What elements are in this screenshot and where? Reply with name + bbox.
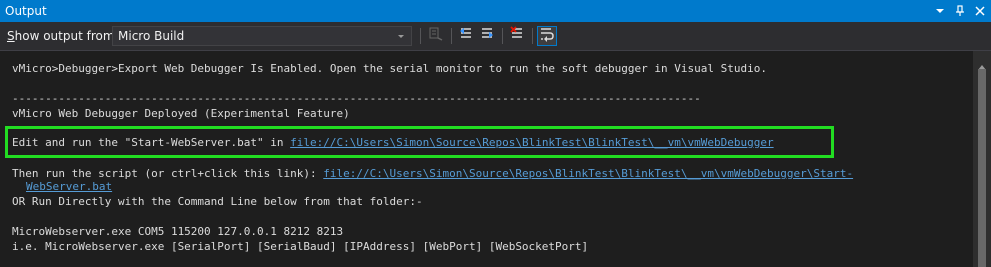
scroll-up-arrow-icon[interactable] [977, 56, 987, 70]
start-webserver-script-link[interactable]: file://C:\Users\Simon\Source\Repos\Blink… [323, 167, 853, 180]
find-message-button[interactable] [426, 26, 446, 46]
output-window: Output Show output from: Micro Build vMi… [0, 0, 991, 267]
go-to-previous-icon [458, 26, 474, 46]
output-line: vMicro Web Debugger Deployed (Experiment… [12, 107, 350, 120]
toolbar-separator [451, 28, 452, 44]
close-icon[interactable] [973, 4, 987, 18]
toolbar-separator [502, 28, 503, 44]
chevron-down-icon[interactable] [933, 4, 947, 18]
toggle-word-wrap-icon [539, 26, 555, 46]
output-text-area[interactable]: vMicro>Debugger>Export Web Debugger Is E… [0, 51, 970, 267]
output-line-text: Then run the script (or ctrl+click this … [12, 167, 324, 180]
go-to-next-button[interactable] [477, 26, 497, 46]
title-bar: Output [0, 0, 991, 22]
output-line: i.e. MicroWebserver.exe [SerialPort] [Se… [12, 240, 589, 253]
highlight-box [5, 126, 834, 158]
go-to-next-icon [479, 26, 495, 46]
scrollbar-thumb[interactable] [978, 69, 986, 267]
toggle-word-wrap-button[interactable] [537, 26, 557, 46]
output-line: vMicro>Debugger>Export Web Debugger Is E… [12, 62, 767, 75]
output-line: MicroWebserver.exe COM5 115200 127.0.0.1… [12, 225, 344, 238]
toolbar-separator [532, 28, 533, 44]
title-bar-icons [933, 0, 987, 22]
output-source-value: Micro Build [118, 29, 185, 43]
find-message-icon [428, 26, 444, 46]
clear-all-button[interactable] [507, 26, 527, 46]
clear-all-icon [509, 26, 525, 46]
output-line-continuation: WebServer.bat [26, 180, 112, 194]
output-separator-line: ----------------------------------------… [12, 92, 701, 105]
output-line: Then run the script (or ctrl+click this … [12, 167, 853, 181]
go-to-previous-button[interactable] [456, 26, 476, 46]
chevron-down-icon [395, 30, 407, 42]
output-toolbar: Show output from: Micro Build [0, 22, 991, 51]
vertical-scrollbar[interactable] [973, 51, 991, 267]
window-title: Output [5, 4, 47, 18]
show-output-from-label: Show output from: [7, 29, 119, 43]
toolbar-separator [420, 28, 421, 44]
output-source-select[interactable]: Micro Build [112, 26, 412, 46]
start-webserver-script-link-continued[interactable]: WebServer.bat [26, 180, 112, 193]
output-line: OR Run Directly with the Command Line be… [12, 195, 423, 208]
pin-icon[interactable] [953, 4, 967, 18]
